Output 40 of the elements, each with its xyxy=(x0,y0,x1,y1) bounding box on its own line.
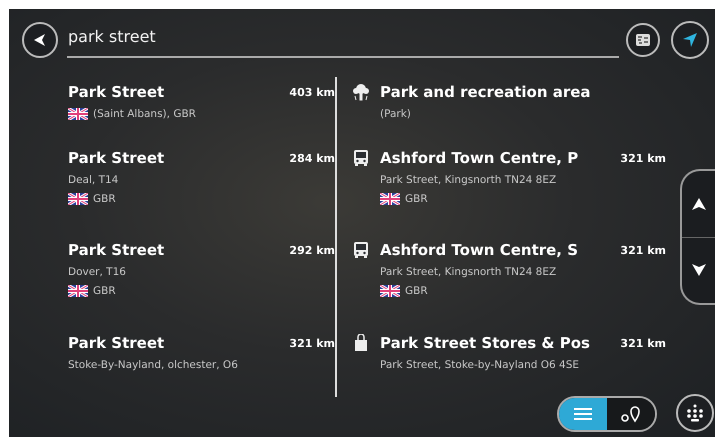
down-arrow-icon xyxy=(690,263,706,278)
result-detail: Park Street, Kingsnorth TN24 8EZ xyxy=(380,174,556,186)
result-detail: (Saint Albans), GBR xyxy=(93,108,196,120)
result-detail: GBR xyxy=(405,284,428,296)
result-detail: Stoke-By-Nayland, olchester, O6 xyxy=(68,358,238,370)
result-title[interactable]: Ashford Town Centre, P xyxy=(380,149,614,167)
navigation-arrow-icon xyxy=(681,31,699,49)
result-distance: 292 km xyxy=(289,244,335,256)
keyboard-button[interactable] xyxy=(676,394,714,432)
result-distance: 284 km xyxy=(289,152,335,164)
result-detail: GBR xyxy=(405,192,428,204)
result-detail: Deal, T14 xyxy=(68,174,118,186)
list-icon xyxy=(574,408,592,420)
back-button[interactable] xyxy=(22,22,58,58)
up-arrow-icon xyxy=(690,196,706,211)
result-detail: (Park) xyxy=(380,108,411,120)
current-location-button[interactable] xyxy=(671,21,709,59)
result-title[interactable]: Park Street xyxy=(68,241,284,259)
result-title[interactable]: Park Street xyxy=(68,334,284,352)
map-view-button[interactable] xyxy=(626,23,660,57)
keyboard-icon xyxy=(685,404,705,422)
result-title[interactable]: Park Street xyxy=(68,149,284,167)
map-pins-icon xyxy=(619,405,643,423)
result-detail: Park Street, Kingsnorth TN24 8EZ xyxy=(380,266,556,278)
search-field[interactable]: park street xyxy=(67,22,619,58)
result-title[interactable]: Park and recreation area xyxy=(380,83,666,101)
result-title[interactable]: Ashford Town Centre, S xyxy=(380,241,614,259)
result-distance: 321 km xyxy=(289,336,335,350)
back-arrow-icon xyxy=(32,32,48,48)
result-distance: 321 km xyxy=(620,336,666,350)
list-view-button[interactable] xyxy=(559,398,607,430)
result-distance: 403 km xyxy=(289,86,335,98)
result-title[interactable]: Park Street Stores & Pos xyxy=(380,334,614,352)
result-title[interactable]: Park Street xyxy=(68,83,284,101)
result-detail: Park Street, Stoke-by-Nayland O6 4SE xyxy=(380,358,580,370)
result-detail: GBR xyxy=(93,192,116,204)
result-distance: 321 km xyxy=(620,152,666,164)
result-detail: Dover, T16 xyxy=(68,266,126,278)
result-distance: 321 km xyxy=(620,244,666,256)
result-detail: GBR xyxy=(93,284,116,296)
